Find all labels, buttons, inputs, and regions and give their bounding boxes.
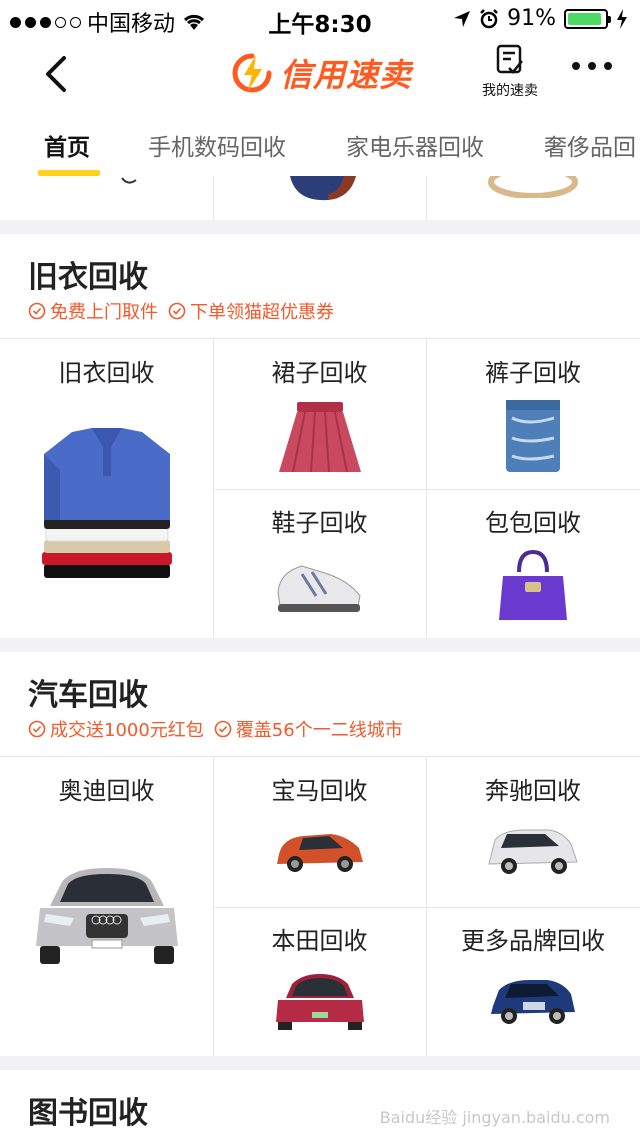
section-title: 图书回收 bbox=[28, 1096, 148, 1131]
tab-appliances-instruments[interactable]: 家电乐器回收 bbox=[346, 128, 484, 162]
back-arrow-icon[interactable] bbox=[36, 54, 76, 94]
check-circle-icon bbox=[28, 720, 46, 738]
grid-item-more-brands[interactable]: 更多品牌回收 bbox=[426, 907, 640, 1057]
app-logo: 信用速卖 bbox=[232, 50, 412, 96]
category-grid: 旧衣回收 裙子回收 裤子回收 鞋子回收 包包回收 bbox=[0, 338, 640, 639]
grid-item-shoes[interactable]: 鞋子回收 bbox=[213, 489, 426, 639]
tag-item: 免费上门取件 bbox=[28, 298, 158, 324]
tab-phone-digital[interactable]: 手机数码回收 bbox=[148, 128, 286, 162]
battery-icon bbox=[564, 8, 611, 29]
tag-text: 覆盖56个一二线城市 bbox=[235, 720, 403, 741]
grid-item-label: 宝马回收 bbox=[271, 777, 368, 805]
section-tags: 成交送1000元红包 覆盖56个一二线城市 bbox=[28, 716, 403, 742]
tag-item: 成交送1000元红包 bbox=[28, 716, 204, 742]
alarm-clock-icon bbox=[480, 8, 498, 28]
my-orders-button[interactable]: 我的速卖 bbox=[474, 44, 546, 100]
ring-icon bbox=[488, 176, 578, 198]
grid-item-label: 裙子回收 bbox=[271, 359, 368, 387]
grid-item-honda[interactable]: 本田回收 bbox=[213, 907, 426, 1057]
category-grid: 奥迪回收 宝马回收 奔驰回收 本田回收 更多品牌回收 bbox=[0, 756, 640, 1057]
location-arrow-icon bbox=[454, 10, 471, 27]
battery-level-fill bbox=[568, 12, 601, 25]
tab-home[interactable]: 首页 bbox=[44, 128, 90, 162]
tag-item: 下单领猫超优惠券 bbox=[168, 298, 334, 324]
logo-text: 信用速卖 bbox=[280, 56, 413, 94]
my-orders-label: 我的速卖 bbox=[482, 83, 538, 99]
section-tags: 免费上门取件 下单领猫超优惠券 bbox=[28, 298, 334, 324]
tag-text: 免费上门取件 bbox=[50, 302, 158, 323]
grid-item-label: 奥迪回收 bbox=[58, 777, 155, 805]
grid-item-benz[interactable]: 奔驰回收 bbox=[426, 757, 640, 907]
lightning-logo-icon bbox=[232, 53, 272, 93]
section-car: 汽车回收 成交送1000元红包 覆盖56个一二线城市 奥迪回收 宝马回收 奔驰回… bbox=[0, 652, 640, 1057]
sneakers-icon bbox=[276, 565, 361, 612]
check-circle-icon bbox=[214, 720, 232, 738]
order-list-icon bbox=[496, 44, 523, 74]
tag-text: 下单领猫超优惠券 bbox=[190, 302, 334, 323]
leather-strap-icon bbox=[290, 176, 356, 201]
main-content: 旧衣回收 免费上门取件 下单领猫超优惠券 旧衣回收 裙子回收 裤子回收 鞋子回收… bbox=[0, 176, 640, 1136]
handbag-icon bbox=[499, 549, 567, 620]
cadillac-car-icon bbox=[491, 980, 575, 1024]
section-title: 汽车回收 bbox=[28, 678, 148, 713]
battery-percent: 91% bbox=[507, 6, 556, 31]
watermark: Baidu经验 jingyan.baidu.com bbox=[379, 1108, 610, 1127]
grid-item-label: 旧衣回收 bbox=[58, 359, 155, 387]
grid-item-bags[interactable]: 包包回收 bbox=[426, 489, 640, 639]
status-bar: 中国移动 上午8:30 91% bbox=[0, 0, 640, 40]
tab-luxury[interactable]: 奢侈品回 bbox=[544, 128, 636, 162]
section-old-clothes: 旧衣回收 免费上门取件 下单领猫超优惠券 旧衣回收 裙子回收 裤子回收 鞋子回收… bbox=[0, 234, 640, 639]
partial-item-icon bbox=[121, 177, 137, 184]
bmw-car-icon bbox=[276, 834, 363, 872]
honda-car-icon bbox=[275, 974, 364, 1030]
status-right: 91% bbox=[453, 6, 628, 31]
grid-item-label: 更多品牌回收 bbox=[461, 927, 605, 955]
charging-bolt-icon bbox=[617, 8, 627, 29]
grid-item-audi[interactable]: 奥迪回收 bbox=[0, 757, 213, 1057]
category-tabs: 首页 手机数码回收 家电乐器回收 奢侈品回 bbox=[0, 112, 640, 176]
nav-bar: 信用速卖 我的速卖 bbox=[0, 40, 640, 112]
grid-item-pants[interactable]: 裤子回收 bbox=[426, 339, 640, 489]
grid-item-label: 奔驰回收 bbox=[485, 777, 581, 805]
grid-item-bmw[interactable]: 宝马回收 bbox=[213, 757, 426, 907]
jeans-icon bbox=[506, 400, 560, 472]
grid-item-label: 本田回收 bbox=[271, 927, 368, 955]
benz-suv-icon bbox=[488, 829, 578, 874]
previous-section-strip bbox=[0, 176, 640, 220]
grid-item-label: 鞋子回收 bbox=[271, 509, 368, 537]
grid-item-old-clothes[interactable]: 旧衣回收 bbox=[0, 339, 213, 639]
check-circle-icon bbox=[168, 302, 186, 320]
skirt-icon bbox=[278, 402, 361, 473]
audi-car-icon bbox=[35, 868, 178, 964]
tag-item: 覆盖56个一二线城市 bbox=[214, 716, 403, 742]
more-options-icon[interactable] bbox=[572, 62, 612, 70]
grid-item-label: 裤子回收 bbox=[485, 359, 581, 387]
grid-item-skirt[interactable]: 裙子回收 bbox=[213, 339, 426, 489]
check-circle-icon bbox=[28, 302, 46, 320]
section-title: 旧衣回收 bbox=[28, 260, 148, 295]
tag-text: 成交送1000元红包 bbox=[50, 720, 204, 741]
grid-item-label: 包包回收 bbox=[485, 509, 581, 537]
polo-shirt-stack-icon bbox=[41, 428, 172, 578]
